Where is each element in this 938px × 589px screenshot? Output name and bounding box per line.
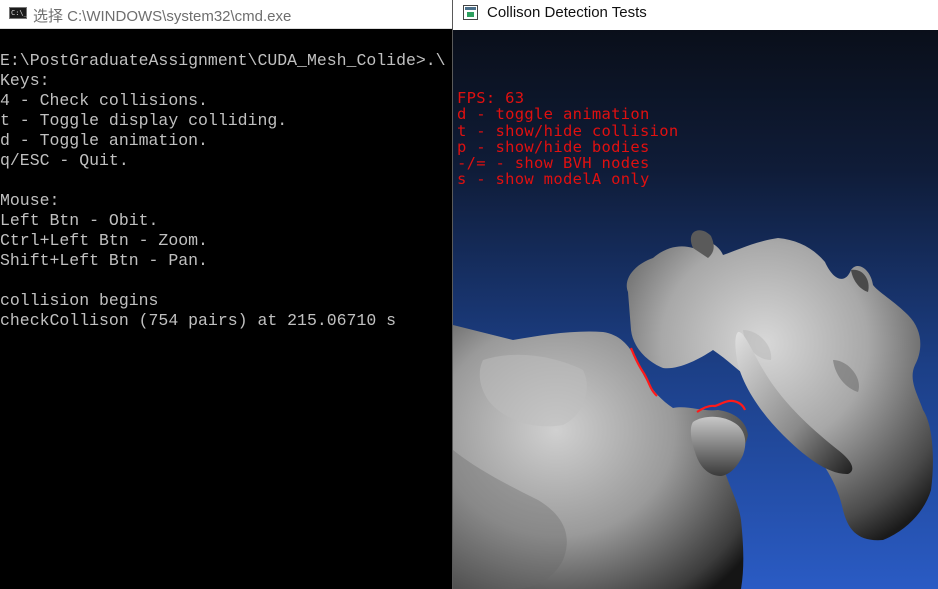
cmd-titlebar[interactable]: C:\_ 选择 C:\WINDOWS\system32\cmd.exe — [0, 0, 452, 29]
hud-hint-bvh: -/= - show BVH nodes — [457, 154, 650, 173]
console-line: Keys: — [0, 71, 50, 90]
console-line: d - Toggle animation. — [0, 131, 208, 150]
console-line: 4 - Check collisions. — [0, 91, 208, 110]
console-line: E:\PostGraduateAssignment\CUDA_Mesh_Coli… — [0, 51, 446, 70]
cmd-icon: C:\_ — [9, 7, 28, 19]
hud-hint-bodies: p - show/hide bodies — [457, 137, 650, 156]
console-line: Left Btn - Obit. — [0, 211, 159, 230]
console-line: q/ESC - Quit. — [0, 151, 129, 170]
hud-overlay: FPS: 63 d - toggle animation t - show/hi… — [457, 90, 679, 188]
console-output[interactable]: E:\PostGraduateAssignment\CUDA_Mesh_Coli… — [0, 51, 452, 589]
cmd-window-title: 选择 C:\WINDOWS\system32\cmd.exe — [33, 8, 292, 25]
console-line: collision begins — [0, 291, 159, 310]
cmd-window[interactable]: C:\_ 选择 C:\WINDOWS\system32\cmd.exe E:\P… — [0, 0, 452, 589]
collision-test-window[interactable]: Collison Detection Tests FPS: 63 d - tog… — [453, 0, 938, 589]
hud-hint-collision: t - show/hide collision — [457, 121, 679, 140]
console-line: Shift+Left Btn - Pan. — [0, 251, 208, 270]
gl-titlebar[interactable]: Collison Detection Tests — [453, 0, 938, 30]
hud-hint-model-a: s - show modelA only — [457, 170, 650, 189]
console-line: t - Toggle display colliding. — [0, 111, 288, 130]
render-viewport[interactable]: FPS: 63 d - toggle animation t - show/hi… — [453, 30, 938, 589]
fps-counter: FPS: 63 — [457, 89, 525, 107]
hud-hint-animation: d - toggle animation — [457, 105, 650, 124]
console-line: Ctrl+Left Btn - Zoom. — [0, 231, 208, 250]
console-line: Mouse: — [0, 191, 60, 210]
opengl-app-icon — [463, 5, 478, 20]
console-line: checkCollison (754 pairs) at 215.06710 s — [0, 311, 397, 330]
gl-window-title: Collison Detection Tests — [487, 4, 647, 21]
